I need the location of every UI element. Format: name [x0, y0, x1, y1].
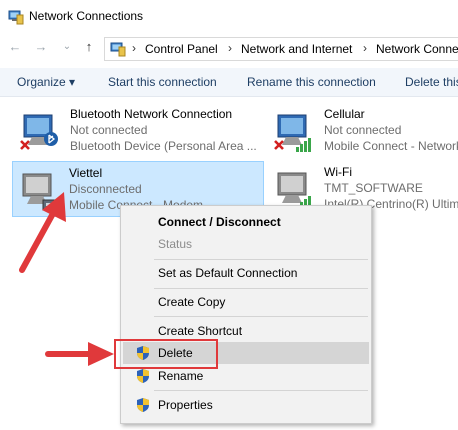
menu-item-connect-disconnect[interactable]: Connect / Disconnect [123, 211, 369, 233]
menu-item-label: Create Copy [158, 295, 226, 309]
connection-item-bluetooth[interactable]: Bluetooth Network Connection Not connect… [14, 103, 264, 157]
menu-item-properties[interactable]: Properties [123, 394, 369, 416]
connection-status: Not connected [70, 123, 148, 137]
menu-separator [154, 316, 368, 317]
uac-shield-icon [137, 369, 149, 383]
connection-name: Bluetooth Network Connection [70, 107, 233, 121]
menu-separator [154, 288, 368, 289]
recent-locations-icon[interactable]: ⌄ [60, 40, 74, 54]
breadcrumb-network-and-internet[interactable]: Network and Internet [241, 42, 352, 56]
forward-arrow-icon[interactable]: → [34, 40, 48, 54]
breadcrumb-network-connections[interactable]: Network Connections [376, 42, 458, 56]
annotation-arrow-icon [45, 342, 114, 366]
menu-item-label: Properties [158, 398, 213, 412]
menu-item-label: Set as Default Connection [158, 266, 298, 280]
uac-shield-icon [137, 398, 149, 412]
connection-item-cellular[interactable]: Cellular Not connected Mobile Connect - … [268, 103, 458, 157]
back-arrow-icon[interactable]: ← [8, 40, 22, 54]
delete-connection-button[interactable]: Delete this [405, 75, 458, 89]
delete-highlight-box [114, 339, 218, 369]
context-menu: Connect / Disconnect Status Set as Defau… [120, 205, 372, 424]
start-connection-button[interactable]: Start this connection [108, 75, 217, 89]
menu-separator [154, 259, 368, 260]
cellular-network-icon [274, 114, 311, 152]
menu-item-label: Status [158, 237, 193, 251]
breadcrumb-separator-icon: › [132, 41, 136, 55]
rename-connection-button[interactable]: Rename this connection [247, 75, 376, 89]
connection-status: Not connected [324, 123, 402, 137]
breadcrumb-separator-icon: › [363, 41, 367, 55]
connection-status: Disconnected [69, 182, 142, 196]
connection-name: Cellular [324, 107, 365, 121]
network-connections-icon [8, 10, 24, 25]
window-title: Network Connections [29, 9, 144, 23]
organize-button[interactable]: Organize ▾ [17, 75, 75, 89]
connection-device: Bluetooth Device (Personal Area ... [70, 139, 257, 153]
connection-device: Mobile Connect - Network [324, 139, 458, 153]
connection-name: Viettel [69, 166, 103, 180]
breadcrumb-separator-icon: › [228, 41, 232, 55]
breadcrumb-control-panel[interactable]: Control Panel [145, 42, 218, 56]
menu-item-set-default[interactable]: Set as Default Connection [123, 262, 369, 284]
menu-item-create-copy[interactable]: Create Copy [123, 291, 369, 313]
navigation-bar: ← → ⌄ ↑ › Control Panel › Network and In… [0, 34, 458, 62]
address-bar[interactable]: › Control Panel › Network and Internet ›… [104, 37, 458, 61]
menu-item-label: Connect / Disconnect [158, 215, 281, 229]
up-arrow-icon[interactable]: ↑ [82, 40, 96, 54]
annotation-arrow-icon [19, 192, 66, 273]
connection-status: TMT_SOFTWARE [324, 181, 423, 195]
title-bar: Network Connections [0, 0, 458, 34]
command-bar: Organize ▾ Start this connection Rename … [0, 68, 458, 97]
bluetooth-network-icon [20, 114, 58, 150]
control-panel-icon [110, 42, 126, 57]
menu-separator [154, 390, 368, 391]
connection-name: Wi-Fi [324, 165, 352, 179]
menu-item-status: Status [123, 233, 369, 255]
